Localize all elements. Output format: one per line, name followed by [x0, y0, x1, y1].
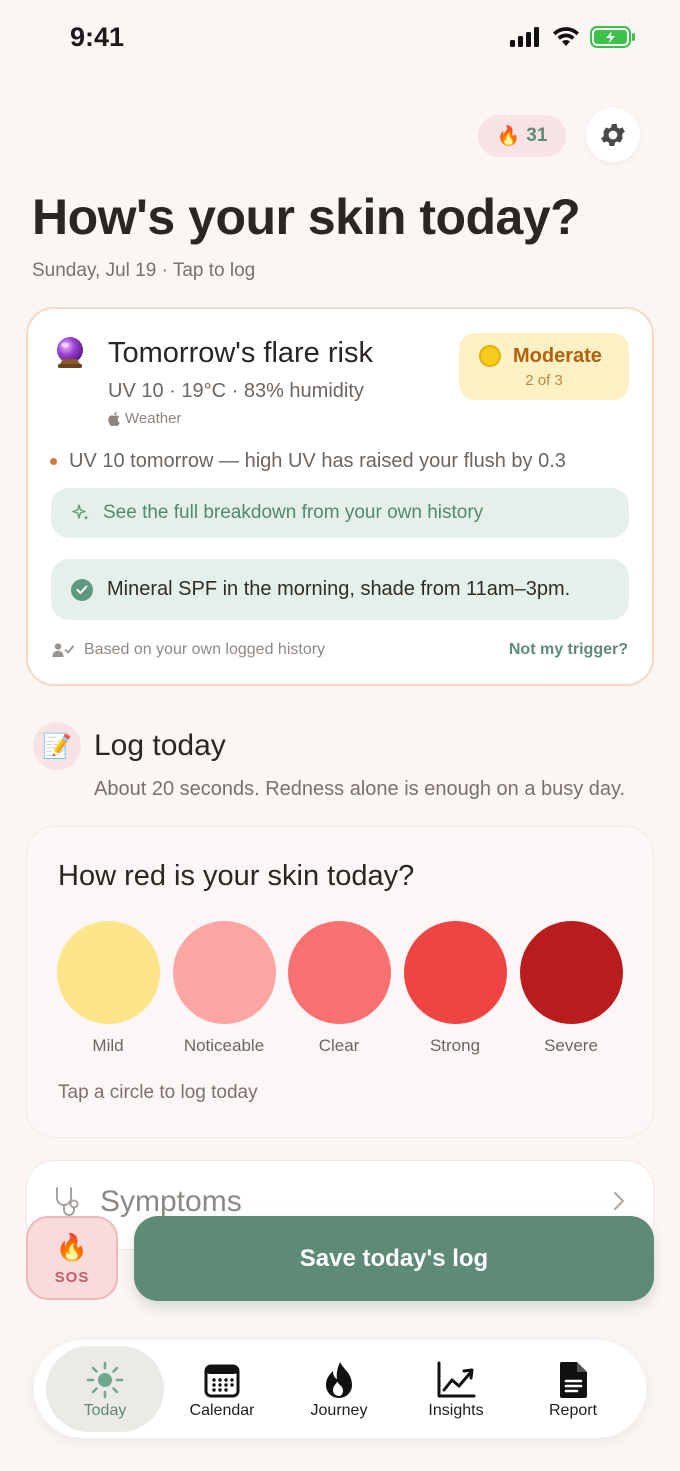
calendar-icon [204, 1364, 240, 1398]
chevron-right-icon [613, 1191, 625, 1211]
apple-icon [108, 411, 120, 426]
status-icons [510, 26, 636, 48]
redness-hint: Tap a circle to log today [58, 1082, 258, 1103]
signal-icon [510, 27, 539, 47]
tab-label-insights: Insights [428, 1402, 484, 1419]
risk-level-badge: Moderate 2 of 3 [459, 333, 629, 400]
status-time: 9:41 [70, 22, 125, 52]
tab-report[interactable]: Report [514, 1346, 632, 1432]
save-log-button[interactable]: Save today's log [134, 1216, 654, 1301]
flare-risk-title: Tomorrow's flare risk [108, 337, 373, 369]
tab-journey[interactable]: Journey [280, 1346, 398, 1432]
tab-label-report: Report [548, 1402, 598, 1419]
redness-option-mild[interactable] [57, 921, 160, 1024]
sos-label: SOS [54, 1269, 90, 1286]
redness-option-severe[interactable] [520, 921, 623, 1024]
redness-question: How red is your skin today? [58, 860, 415, 892]
weather-conditions: UV 10 · 19°C · 83% humidity [108, 380, 364, 402]
gear-icon [601, 124, 625, 146]
flame-icon: 🔥 [496, 126, 521, 147]
risk-label: Moderate [513, 345, 602, 367]
redness-label-severe: Severe [544, 1036, 598, 1055]
risk-level: 2 of 3 [525, 372, 563, 389]
redness-option-clear[interactable] [288, 921, 391, 1024]
sun-icon [86, 1361, 124, 1399]
sos-button[interactable]: 🔥 SOS [26, 1216, 118, 1300]
streak-count: 31 [526, 125, 548, 146]
wifi-icon [553, 27, 579, 46]
document-icon [560, 1362, 587, 1398]
tab-calendar[interactable]: Calendar [163, 1346, 281, 1432]
check-circle-icon [71, 578, 93, 601]
tab-label-journey: Journey [310, 1402, 368, 1419]
tab-insights[interactable]: Insights [397, 1346, 515, 1432]
page-title: How's your skin today? [32, 189, 581, 245]
log-today-title: Log today [94, 729, 226, 762]
settings-button[interactable] [586, 108, 640, 162]
chart-icon [437, 1361, 476, 1398]
risk-indicator-icon [479, 345, 501, 367]
redness-option-strong[interactable] [404, 921, 507, 1024]
log-today-subtitle: About 20 seconds. Redness alone is enoug… [94, 778, 626, 800]
trigger-note-text: UV 10 tomorrow — high UV has raised your… [69, 450, 566, 472]
weather-source: Weather [108, 410, 181, 427]
memo-icon: 📝 [33, 722, 81, 770]
sparkle-icon [72, 504, 89, 521]
battery-icon [590, 26, 635, 48]
based-on-note: Based on your own logged history [52, 641, 325, 659]
memo-emoji: 📝 [42, 732, 72, 760]
not-my-trigger-link[interactable]: Not my trigger? [509, 641, 628, 659]
weather-source-label: Weather [125, 410, 182, 427]
flame-icon: 🔥 [55, 1232, 89, 1262]
tab-today[interactable]: Today [46, 1346, 164, 1432]
crystal-ball-icon [57, 337, 83, 368]
advice-box: Mineral SPF in the morning, shade from 1… [51, 559, 629, 620]
page-subtitle: Sunday, Jul 19 · Tap to log [32, 260, 256, 281]
trigger-note: UV 10 tomorrow — high UV has raised your… [50, 450, 566, 473]
stethoscope-icon [56, 1187, 79, 1216]
bullet-icon [50, 458, 57, 465]
tab-label-today: Today [83, 1402, 127, 1419]
full-breakdown-button[interactable]: See the full breakdown from your own his… [51, 488, 629, 538]
advice-text: Mineral SPF in the morning, shade from 1… [107, 578, 571, 600]
full-breakdown-label: See the full breakdown from your own his… [103, 502, 484, 523]
tab-label-calendar: Calendar [189, 1402, 255, 1419]
based-on-text: Based on your own logged history [84, 641, 326, 658]
redness-option-noticeable[interactable] [173, 921, 276, 1024]
symptoms-label: Symptoms [100, 1185, 242, 1218]
streak-badge[interactable]: 🔥 31 [478, 115, 566, 157]
person-check-icon [52, 643, 74, 657]
flame-icon [326, 1362, 352, 1398]
